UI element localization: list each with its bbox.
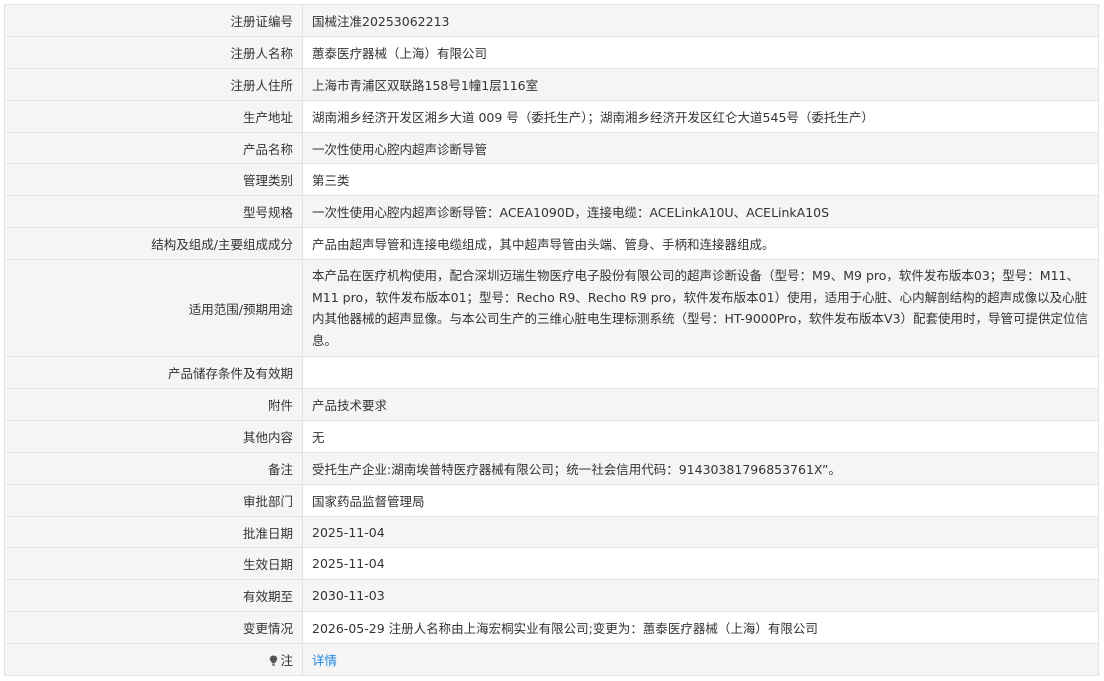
row-registrant-name: 注册人名称 蕙泰医疗器械（上海）有限公司 [4,35,1099,69]
label-note: 注 [4,643,303,677]
registration-detail-table: 注册证编号 国械注准20253062213 注册人名称 蕙泰医疗器械（上海）有限… [4,4,1099,677]
value-note: 详情 [302,643,1099,677]
value-production-address: 湖南湘乡经济开发区湘乡大道 009 号（委托生产）；湖南湘乡经济开发区红仑大道5… [302,99,1099,133]
label-registration-number: 注册证编号 [4,4,303,37]
label-change-history: 变更情况 [4,611,303,645]
row-intended-use: 适用范围/预期用途 本产品在医疗机构使用，配合深圳迈瑞生物医疗电子股份有限公司的… [4,259,1099,358]
label-valid-until: 有效期至 [4,579,303,613]
row-other-content: 其他内容 无 [4,419,1099,453]
value-approval-department: 国家药品监督管理局 [302,483,1099,517]
row-effective-date: 生效日期 2025-11-04 [4,547,1099,581]
label-management-category: 管理类别 [4,163,303,197]
value-storage-conditions [302,356,1099,390]
label-registrant-name: 注册人名称 [4,35,303,69]
value-management-category: 第三类 [302,163,1099,197]
label-remarks: 备注 [4,451,303,485]
value-attachment: 产品技术要求 [302,388,1099,421]
value-structure-composition: 产品由超声导管和连接电缆组成，其中超声导管由头端、管身、手柄和连接器组成。 [302,227,1099,261]
row-storage-conditions: 产品储存条件及有效期 [4,356,1099,390]
note-label: 注 [280,653,293,669]
value-other-content: 无 [302,419,1099,453]
value-remarks: 受托生产企业:湖南埃普特医疗器械有限公司；统一社会信用代码：9143038179… [302,451,1099,485]
label-structure-composition: 结构及组成/主要组成成分 [4,227,303,261]
row-approval-date: 批准日期 2025-11-04 [4,515,1099,549]
row-production-address: 生产地址 湖南湘乡经济开发区湘乡大道 009 号（委托生产）；湖南湘乡经济开发区… [4,99,1099,133]
label-approval-date: 批准日期 [4,515,303,549]
label-storage-conditions: 产品储存条件及有效期 [4,356,303,390]
label-attachment: 附件 [4,388,303,421]
value-change-history: 2026-05-29 注册人名称由上海宏桐实业有限公司;变更为：蕙泰医疗器械（上… [302,611,1099,645]
row-registration-number: 注册证编号 国械注准20253062213 [4,4,1099,37]
registration-detail-panel: 注册证编号 国械注准20253062213 注册人名称 蕙泰医疗器械（上海）有限… [4,4,1099,677]
row-management-category: 管理类别 第三类 [4,163,1099,197]
row-change-history: 变更情况 2026-05-29 注册人名称由上海宏桐实业有限公司;变更为：蕙泰医… [4,611,1099,645]
label-model-spec: 型号规格 [4,195,303,229]
row-registrant-address: 注册人住所 上海市青浦区双联路158号1幢1层116室 [4,67,1099,101]
value-valid-until: 2030-11-03 [302,579,1099,613]
label-approval-department: 审批部门 [4,483,303,517]
value-product-name: 一次性使用心腔内超声诊断导管 [302,131,1099,165]
row-approval-department: 审批部门 国家药品监督管理局 [4,483,1099,517]
label-other-content: 其他内容 [4,419,303,453]
row-valid-until: 有效期至 2030-11-03 [4,579,1099,613]
row-product-name: 产品名称 一次性使用心腔内超声诊断导管 [4,131,1099,165]
label-product-name: 产品名称 [4,131,303,165]
value-registrant-address: 上海市青浦区双联路158号1幢1层116室 [302,67,1099,101]
value-intended-use: 本产品在医疗机构使用，配合深圳迈瑞生物医疗电子股份有限公司的超声诊断设备（型号：… [302,259,1099,358]
value-approval-date: 2025-11-04 [302,515,1099,549]
value-registration-number: 国械注准20253062213 [302,4,1099,37]
value-registrant-name: 蕙泰医疗器械（上海）有限公司 [302,35,1099,69]
lightbulb-icon [270,655,278,666]
value-effective-date: 2025-11-04 [302,547,1099,581]
label-effective-date: 生效日期 [4,547,303,581]
row-structure-composition: 结构及组成/主要组成成分 产品由超声导管和连接电缆组成，其中超声导管由头端、管身… [4,227,1099,261]
value-model-spec: 一次性使用心腔内超声诊断导管：ACEA1090D，连接电缆：ACELinkA10… [302,195,1099,229]
row-note: 注 详情 [4,643,1099,677]
row-model-spec: 型号规格 一次性使用心腔内超声诊断导管：ACEA1090D，连接电缆：ACELi… [4,195,1099,229]
details-link[interactable]: 详情 [312,653,337,668]
label-intended-use: 适用范围/预期用途 [4,259,303,358]
row-attachment: 附件 产品技术要求 [4,388,1099,421]
label-production-address: 生产地址 [4,99,303,133]
label-registrant-address: 注册人住所 [4,67,303,101]
row-remarks: 备注 受托生产企业:湖南埃普特医疗器械有限公司；统一社会信用代码：9143038… [4,451,1099,485]
